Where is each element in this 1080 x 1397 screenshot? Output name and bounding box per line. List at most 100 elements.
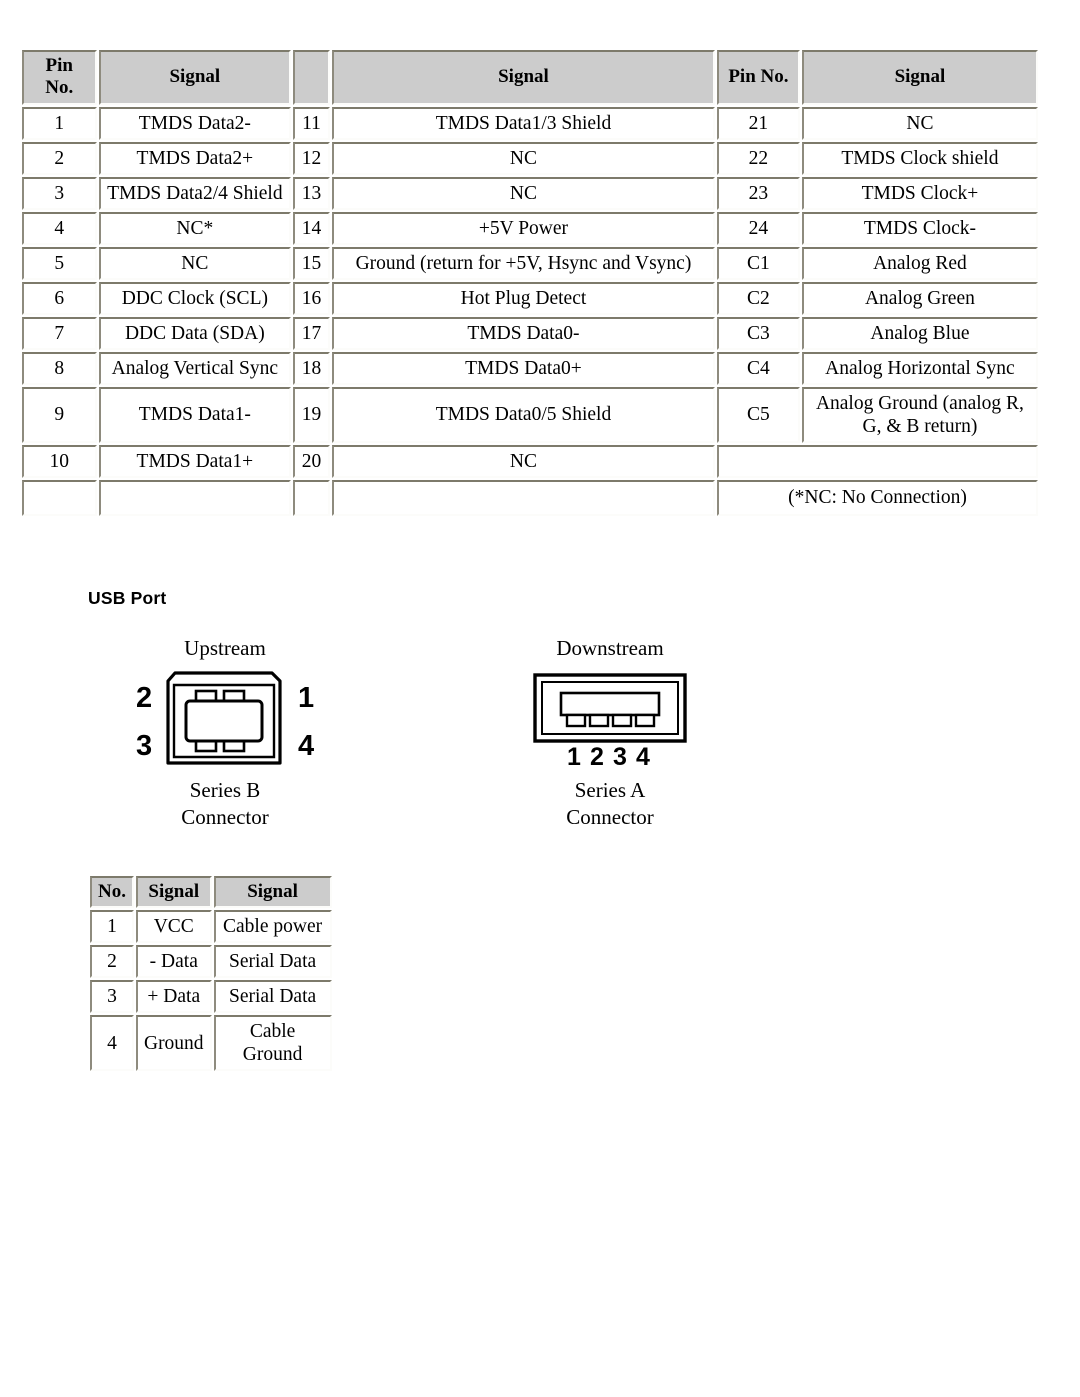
table-row: 6 DDC Clock (SCL) 16 Hot Plug Detect C2 … [22,281,1038,315]
signal-mid: NC [331,176,716,210]
signal-left: TMDS Data2/4 Shield [98,176,292,210]
pin-no-left: 5 [22,246,97,280]
pin-no-left: 8 [22,351,97,385]
table-row: 2 - Data Serial Data [90,945,332,979]
signal-right: NC [801,106,1038,140]
pin-no-right: C1 [717,246,800,280]
empty-pin-left [22,479,97,516]
usb-signal2: Serial Data [213,980,332,1014]
header-signal-left: Signal [98,50,292,105]
pin-no-left: 7 [22,316,97,350]
table-row: 7 DDC Data (SDA) 17 TMDS Data0- C3 Analo… [22,316,1038,350]
usb-signal2: Cable Ground [213,1015,332,1072]
table-header-row: No. Signal Signal [90,876,332,909]
header-signal-mid: Signal [331,50,716,105]
dvi-table-header: Pin No. Signal Signal Pin No. Signal [22,50,1038,105]
header-usb-signal1: Signal [135,876,212,909]
upstream-caption-line1: Series B [189,778,261,802]
table-row: 10 TMDS Data1+ 20 NC [22,444,1038,478]
usb-signal1: - Data [135,945,212,979]
empty-pin-mid [293,479,330,516]
usb-no: 3 [90,980,134,1014]
dvi-table-body: 1 TMDS Data2- 11 TMDS Data1/3 Shield 21 … [22,106,1038,516]
signal-left: TMDS Data1+ [98,444,292,478]
pin-no-right: C3 [717,316,800,350]
usb-signal2: Cable power [213,910,332,944]
signal-right: Analog Red [801,246,1038,280]
pin-no-mid: 20 [293,444,330,478]
svg-text:3: 3 [136,730,152,762]
signal-mid: TMDS Data1/3 Shield [331,106,716,140]
footnote-nc-no-connection: (*NC: No Connection) [717,479,1038,516]
signal-left: Analog Vertical Sync [98,351,292,385]
pin-no-mid: 18 [293,351,330,385]
table-row: 3 TMDS Data2/4 Shield 13 NC 23 TMDS Cloc… [22,176,1038,210]
usb-signal1: + Data [135,980,212,1014]
pin-no-left: 2 [22,141,97,175]
upstream-title: Upstream [184,636,266,660]
signal-mid: Hot Plug Detect [331,281,716,315]
series-b-connector-svg: 2 3 1 4 [136,671,314,765]
downstream-connector-block: Downstream 1 2 3 4 Series A Connector [505,636,715,831]
downstream-caption-line2: Connector [566,804,654,829]
signal-left: NC [98,246,292,280]
table-row: 3 + Data Serial Data [90,980,332,1014]
table-row: 4 NC* 14 +5V Power 24 TMDS Clock- [22,211,1038,245]
signal-left: NC* [98,211,292,245]
signal-right: TMDS Clock- [801,211,1038,245]
header-pin-no-right: Pin No. [717,50,800,105]
usb-no: 1 [90,910,134,944]
usb-no: 2 [90,945,134,979]
signal-right: TMDS Clock shield [801,141,1038,175]
table-row: 1 VCC Cable power [90,910,332,944]
pin-no-mid: 17 [293,316,330,350]
svg-text:1: 1 [567,743,581,771]
signal-mid: +5V Power [331,211,716,245]
signal-mid: TMDS Data0/5 Shield [331,386,716,443]
signal-right: Analog Horizontal Sync [801,351,1038,385]
upstream-caption: Series B Connector [120,777,330,831]
signal-right: Analog Ground (analog R, G, & B return) [801,386,1038,443]
svg-text:3: 3 [613,743,627,771]
usb-signal1: Ground [135,1015,212,1072]
signal-left: DDC Data (SDA) [98,316,292,350]
table-row: 1 TMDS Data2- 11 TMDS Data1/3 Shield 21 … [22,106,1038,140]
pin-no-mid: 19 [293,386,330,443]
signal-mid: TMDS Data0- [331,316,716,350]
table-footnote-row: (*NC: No Connection) [22,479,1038,516]
signal-mid: TMDS Data0+ [331,351,716,385]
signal-mid: NC [331,141,716,175]
signal-left: TMDS Data2+ [98,141,292,175]
header-pin-no-left: Pin No. [22,50,97,105]
pin-no-left: 6 [22,281,97,315]
empty-signal-left [98,479,292,516]
svg-text:4: 4 [298,730,314,762]
pin-no-mid: 15 [293,246,330,280]
svg-text:2: 2 [590,743,604,771]
pin-no-right: C5 [717,386,800,443]
downstream-title: Downstream [556,636,664,660]
usb-port-heading: USB Port [88,588,167,608]
pin-no-mid: 13 [293,176,330,210]
signal-right: Analog Green [801,281,1038,315]
signal-left: TMDS Data2- [98,106,292,140]
signal-mid: Ground (return for +5V, Hsync and Vsync) [331,246,716,280]
table-row: 5 NC 15 Ground (return for +5V, Hsync an… [22,246,1038,280]
pin-no-right: 22 [717,141,800,175]
pin-no-right: 21 [717,106,800,140]
usb-series-a-connector-icon: 1 2 3 4 [505,667,715,771]
pin-no-right: C4 [717,351,800,385]
header-pin-no-mid [293,50,330,105]
page-root: Pin No. Signal Signal Pin No. Signal 1 T… [0,0,1080,1397]
header-signal-right: Signal [801,50,1038,105]
svg-text:2: 2 [136,682,152,714]
dvi-pin-table-container: Pin No. Signal Signal Pin No. Signal 1 T… [20,48,1040,518]
usb-signal2: Serial Data [213,945,332,979]
empty-signal-mid [331,479,716,516]
usb-signal-table-container: No. Signal Signal 1 VCC Cable power 2 - … [88,874,334,1074]
signal-right: Analog Blue [801,316,1038,350]
table-row: 8 Analog Vertical Sync 18 TMDS Data0+ C4… [22,351,1038,385]
downstream-caption-line1: Series A [574,778,646,802]
pin-no-mid: 11 [293,106,330,140]
pin-no-right: 24 [717,211,800,245]
